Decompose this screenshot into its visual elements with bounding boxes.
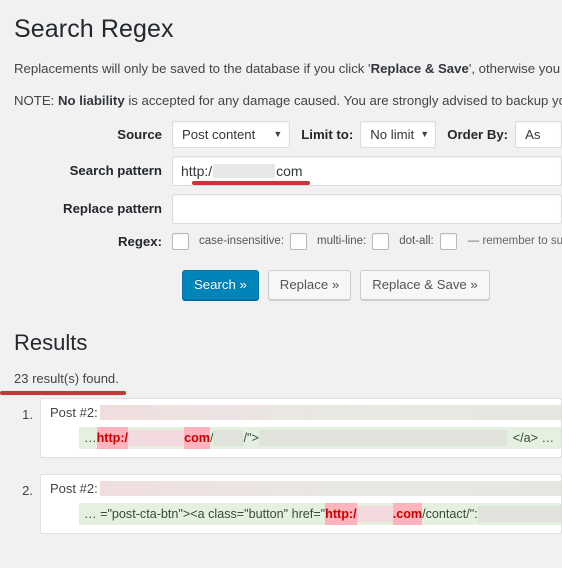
results-heading: Results	[14, 329, 88, 355]
result-card: Post #2: … ="post-cta-btn"><a class="but…	[40, 473, 562, 534]
search-pattern-label: Search pattern	[69, 163, 162, 179]
regex-label: Regex:	[118, 233, 162, 249]
search-pattern-row: Search pattern http:/ com	[14, 155, 562, 186]
code-tail-1: /">	[243, 430, 259, 445]
results-count: 23 result(s) found.	[0, 370, 126, 395]
limit-to-select[interactable]: No limit ▼	[360, 120, 437, 148]
limit-to-select-value: No limit	[370, 126, 415, 142]
match-suffix: com	[184, 426, 210, 449]
regex-hint-text: — remember to surround you	[467, 235, 562, 248]
result-title-redaction	[99, 404, 561, 420]
case-insensitive-label: case-insensitive:	[199, 235, 285, 248]
note-suffix: is accepted for any damage caused. You a…	[124, 93, 562, 109]
order-by-label: Order By:	[447, 126, 509, 142]
search-button[interactable]: Search »	[182, 269, 259, 300]
list-item[interactable]: 2. Post #2: … ="post-cta-btn"><a class="…	[14, 473, 562, 534]
code-redaction-1	[213, 429, 244, 446]
code-after-match: /contact/":	[422, 506, 478, 521]
result-header: Post #2:	[41, 404, 561, 420]
intro-text-prefix: Replacements will only be saved to the d…	[14, 61, 371, 77]
result-code-line: … ="post-cta-btn"><a class="button" href…	[79, 502, 561, 525]
replace-and-save-button[interactable]: Replace & Save »	[360, 269, 490, 300]
intro-text-replacements: Replacements will only be saved to the d…	[14, 59, 562, 79]
source-label: Source	[117, 126, 162, 142]
note-prefix: NOTE:	[14, 93, 58, 109]
intro-text-suffix: ', otherwise you wil	[468, 61, 562, 77]
result-title-redaction	[99, 480, 561, 496]
search-pattern-value-prefix: http:/	[181, 162, 213, 179]
limit-to-label: Limit to:	[301, 126, 354, 142]
page-wrap: Search Regex Replacements will only be s…	[0, 0, 562, 534]
page-title: Search Regex	[14, 15, 174, 43]
code-lead: …	[84, 430, 97, 445]
annotation-underline-search-pattern	[192, 180, 310, 185]
replace-pattern-input[interactable]	[172, 193, 562, 224]
result-number: 1.	[22, 406, 33, 422]
dot-all-checkbox[interactable]	[439, 232, 457, 250]
source-select-value: Post content	[182, 126, 256, 142]
result-post-label: Post #2:	[50, 404, 98, 420]
match-redaction	[356, 505, 393, 522]
intro-text-bold: Replace & Save	[370, 61, 469, 77]
multi-line-checkbox[interactable]	[372, 232, 390, 250]
code-lead: … ="post-cta-btn"><a class="button" href…	[84, 506, 326, 521]
multi-line-label: multi-line:	[317, 235, 367, 248]
case-insensitive-checkbox[interactable]	[290, 232, 308, 250]
match-prefix: http:/	[96, 426, 129, 449]
result-code-line: … http:/com //"> </a> …	[79, 426, 561, 449]
source-select[interactable]: Post content ▼	[172, 120, 291, 148]
chevron-down-icon: ▼	[420, 128, 430, 139]
chevron-down-icon: ▼	[273, 128, 283, 139]
results-count-text: 23 result(s) found.	[14, 370, 119, 386]
intro-text-note: NOTE: No liability is accepted for any d…	[14, 91, 562, 111]
match-prefix: http:/	[325, 502, 357, 525]
replace-button[interactable]: Replace »	[267, 269, 352, 300]
regex-options-row: Regex: case-insensitive: multi-line: dot…	[14, 232, 562, 250]
result-number: 2.	[22, 482, 33, 498]
search-pattern-redaction	[213, 163, 276, 178]
order-by-select-value: As	[525, 126, 541, 142]
search-pattern-value-suffix: com	[276, 162, 303, 179]
result-card: Post #2: … http:/com //"> </a> …	[40, 397, 562, 458]
result-header: Post #2:	[41, 480, 561, 496]
source-row: Source Post content ▼ Limit to: No limit…	[14, 120, 562, 148]
order-by-select[interactable]: As	[515, 120, 562, 148]
annotation-underline-results-count	[0, 390, 126, 395]
code-redaction-1	[477, 505, 561, 522]
search-regex-form: Source Post content ▼ Limit to: No limit…	[14, 120, 562, 300]
form-actions: Search » Replace » Replace & Save »	[182, 269, 562, 300]
code-tail-2: </a> …	[512, 430, 555, 445]
dot-all-label: dot-all:	[399, 235, 434, 248]
match-redaction	[128, 429, 185, 446]
note-bold: No liability	[57, 93, 125, 109]
regex-checkbox[interactable]	[172, 232, 189, 250]
match-suffix: .com	[392, 502, 423, 525]
search-regex-admin-page: Search Regex Replacements will only be s…	[0, 0, 562, 568]
results-list: 1. Post #2: … http:/com //"> </a> … 2. Pos…	[14, 397, 562, 534]
replace-pattern-row: Replace pattern	[14, 193, 562, 224]
list-item[interactable]: 1. Post #2: … http:/com //"> </a> …	[14, 397, 562, 458]
code-redaction-2	[258, 429, 507, 446]
result-post-label: Post #2:	[50, 480, 98, 496]
replace-pattern-label: Replace pattern	[63, 201, 162, 217]
